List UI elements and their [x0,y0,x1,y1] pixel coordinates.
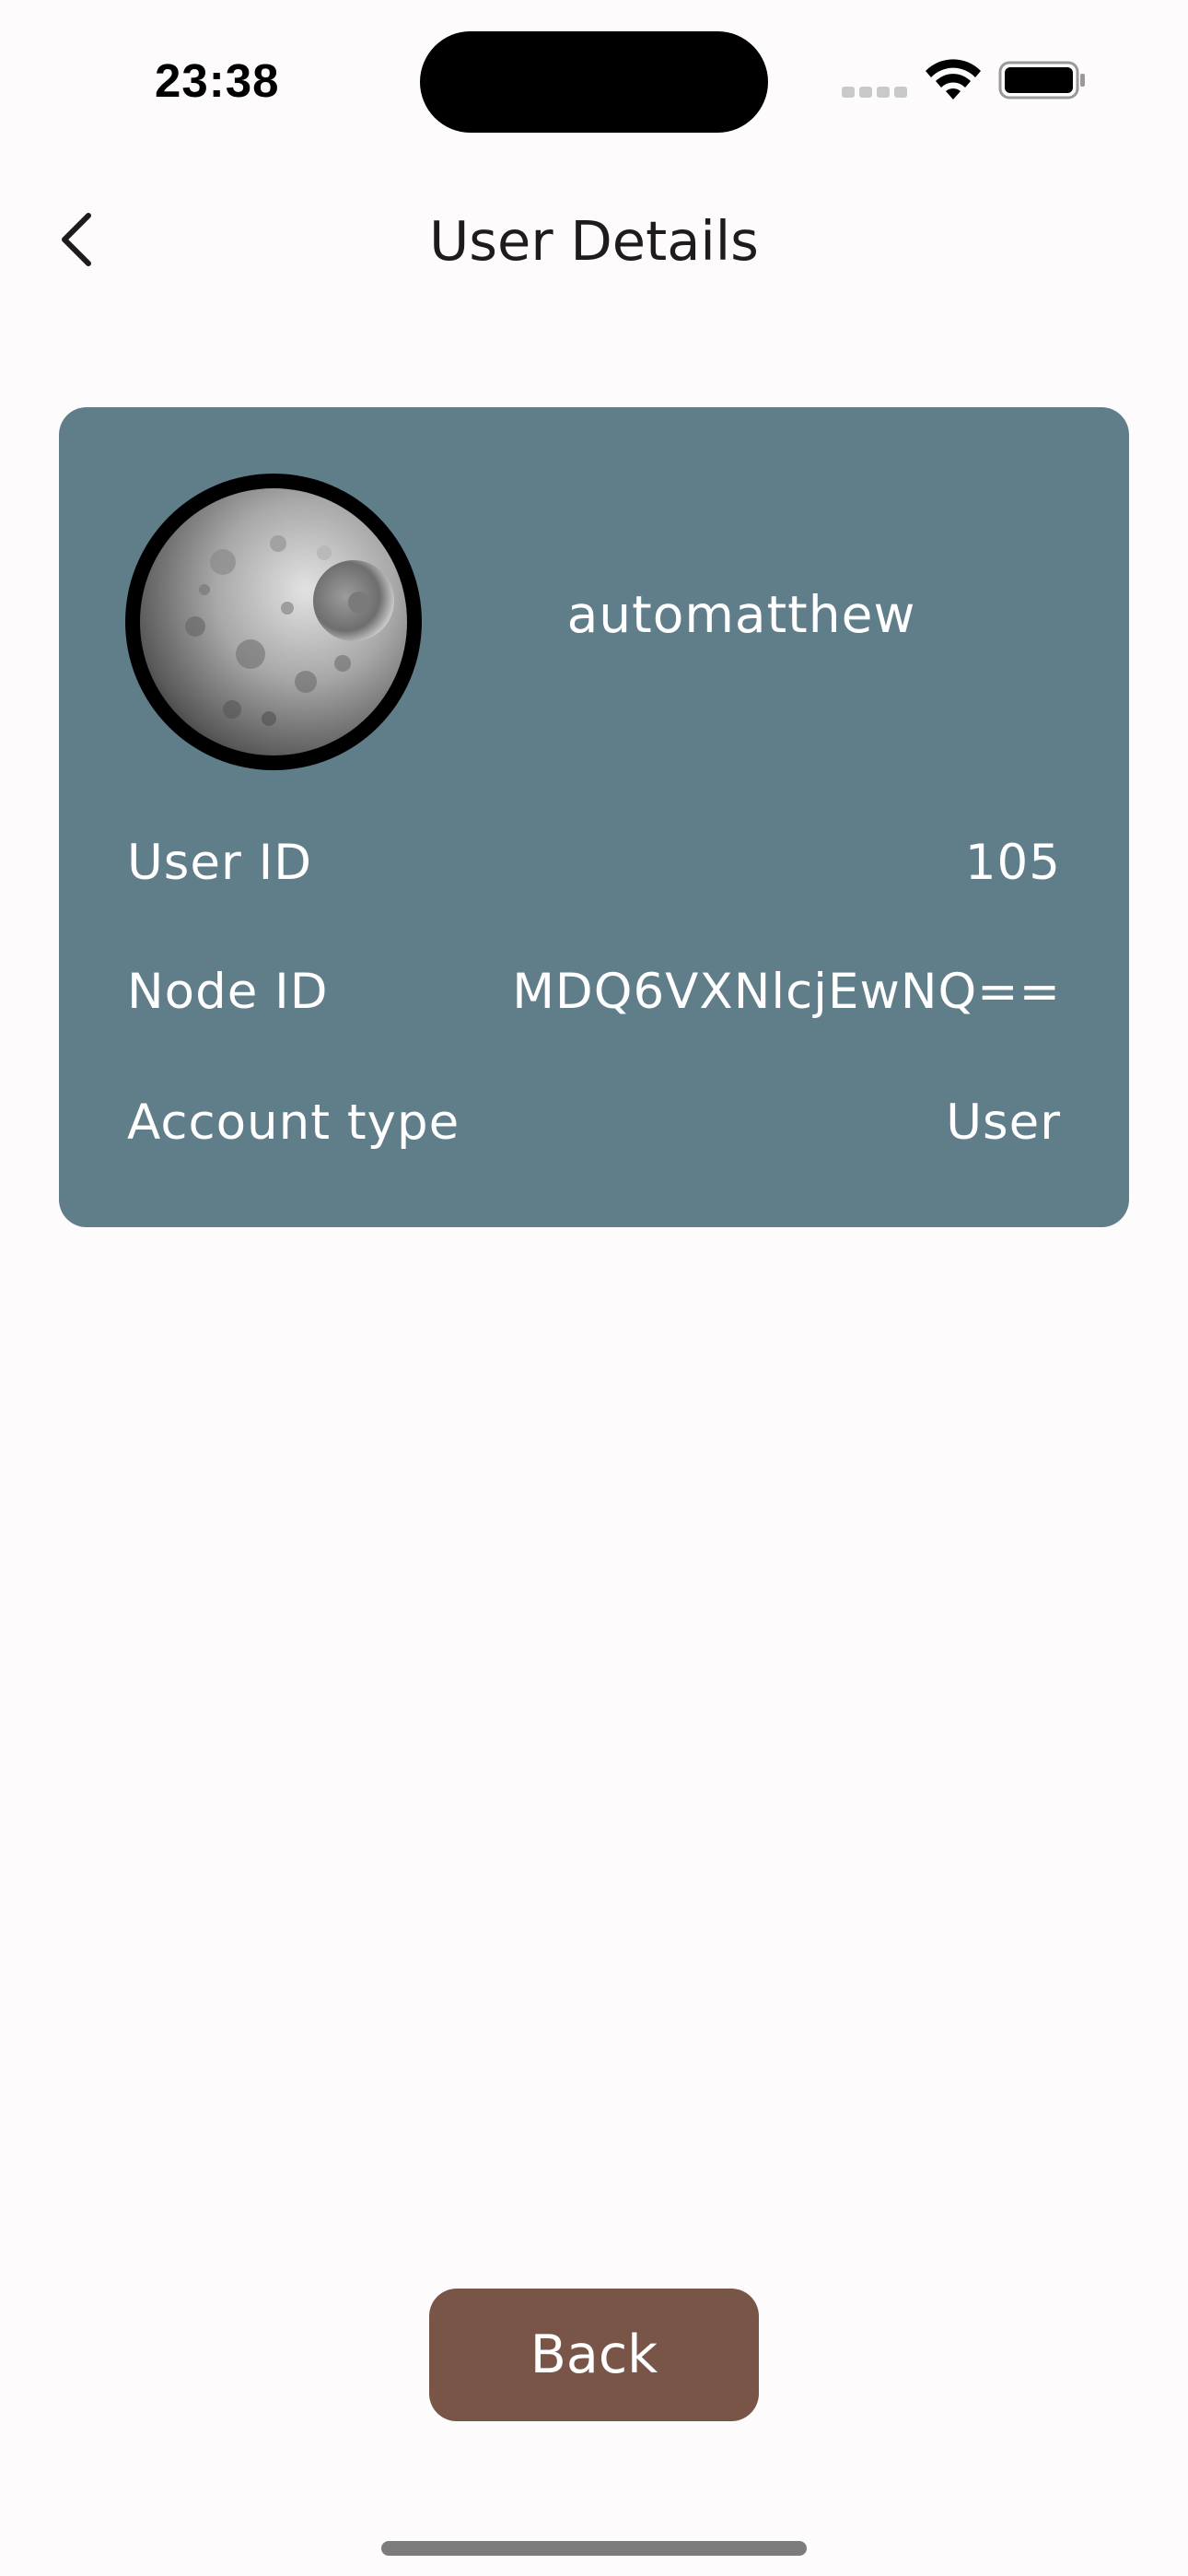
detail-value: MDQ6VXNlcjEwNQ== [512,964,1061,1020]
detail-row-user-id: User ID 105 [127,831,1061,896]
detail-row-account-type: Account type User [127,1091,1061,1155]
battery-icon [998,61,1085,100]
moon-avatar-image [140,488,407,755]
dynamic-island [420,31,768,133]
detail-label: Account type [127,1095,460,1151]
back-button[interactable]: Back [429,2289,759,2421]
detail-row-node-id: Node ID MDQ6VXNlcjEwNQ== [127,960,1061,1025]
detail-value: User [946,1095,1061,1151]
detail-label: Node ID [127,964,329,1020]
cellular-signal-icon [842,87,907,98]
user-card: automatthew User ID 105 Node ID MDQ6VXNl… [59,407,1129,1227]
detail-value: 105 [964,835,1061,891]
status-time: 23:38 [155,54,280,107]
detail-label: User ID [127,835,313,891]
avatar [125,474,422,770]
page-title: User Details [429,209,759,273]
wifi-icon [926,59,981,100]
home-indicator [381,2541,807,2556]
username: automatthew [566,585,916,644]
